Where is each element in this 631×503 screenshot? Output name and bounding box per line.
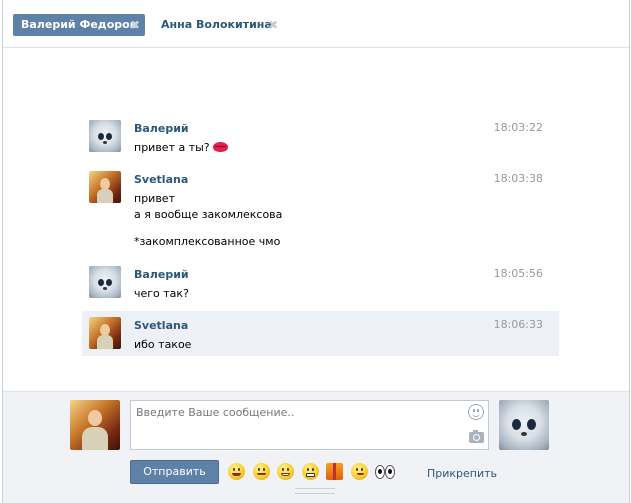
my-avatar[interactable] bbox=[70, 400, 120, 450]
message-time: 18:05:56 bbox=[493, 267, 543, 280]
close-icon[interactable]: ✖ bbox=[268, 14, 278, 36]
message-item: Svetlana 18:03:38 привет а я вообще зако… bbox=[82, 165, 559, 253]
smile-icon[interactable] bbox=[468, 404, 484, 420]
message-composer: Отправить Прикрепить bbox=[3, 391, 629, 503]
grin-emoji-icon[interactable] bbox=[277, 463, 294, 480]
message-sender[interactable]: Валерий bbox=[134, 268, 189, 281]
message-sender[interactable]: Валерий bbox=[134, 122, 189, 135]
message-sender[interactable]: Svetlana bbox=[134, 319, 188, 332]
companion-avatar[interactable] bbox=[499, 400, 549, 450]
send-button[interactable]: Отправить bbox=[130, 460, 219, 484]
laugh-emoji-icon[interactable] bbox=[228, 463, 245, 480]
close-icon[interactable]: ✖ bbox=[130, 14, 140, 36]
message-item: Svetlana 18:06:33 ибо такое bbox=[82, 311, 559, 356]
smirk-emoji-icon[interactable] bbox=[350, 463, 368, 480]
message-time: 18:03:38 bbox=[493, 172, 543, 185]
emoji-bar bbox=[228, 463, 399, 481]
attach-link[interactable]: Прикрепить bbox=[427, 467, 497, 480]
girl-avatar[interactable] bbox=[89, 171, 121, 203]
resize-handle[interactable] bbox=[295, 488, 335, 494]
tab-valeriy-fedorov[interactable]: Валерий Федоров ✖ bbox=[13, 14, 145, 36]
girl-avatar[interactable] bbox=[89, 317, 121, 349]
message-time: 18:06:33 bbox=[493, 318, 543, 331]
cat-avatar[interactable] bbox=[89, 120, 121, 152]
eyes-emoji-icon[interactable] bbox=[375, 463, 395, 480]
cat-avatar[interactable] bbox=[89, 266, 121, 298]
message-item: Валерий 18:03:22 привет а ты? bbox=[82, 114, 559, 158]
message-text: привет а ты? bbox=[134, 141, 228, 154]
message-sender[interactable]: Svetlana bbox=[134, 173, 188, 186]
message-input[interactable] bbox=[130, 400, 489, 450]
tab-label: Валерий Федоров bbox=[21, 18, 137, 31]
message-time: 18:03:22 bbox=[493, 121, 543, 134]
chat-window: Валерий Федоров ✖ Анна Волокитина ✖ Вале… bbox=[2, 0, 630, 503]
angry-emoji-icon[interactable] bbox=[301, 463, 319, 480]
tab-anna-volokitina[interactable]: Анна Волокитина ✖ bbox=[153, 14, 283, 36]
message-item: Валерий 18:05:56 чего так? bbox=[82, 260, 559, 304]
dialog-tabs: Валерий Федоров ✖ Анна Волокитина ✖ bbox=[3, 0, 629, 48]
blush-emoji-icon[interactable] bbox=[252, 463, 270, 480]
tab-label: Анна Волокитина bbox=[161, 18, 272, 31]
camera-icon[interactable] bbox=[469, 430, 484, 443]
gift-emoji-icon[interactable] bbox=[326, 463, 343, 480]
message-text: чего так? bbox=[134, 287, 189, 300]
kiss-icon bbox=[212, 142, 228, 152]
message-text: ибо такое bbox=[134, 338, 192, 351]
message-text: *закомплексованное чмо bbox=[134, 235, 281, 248]
message-text: привет bbox=[134, 192, 175, 205]
message-text: а я вообще закомлексова bbox=[134, 208, 283, 221]
